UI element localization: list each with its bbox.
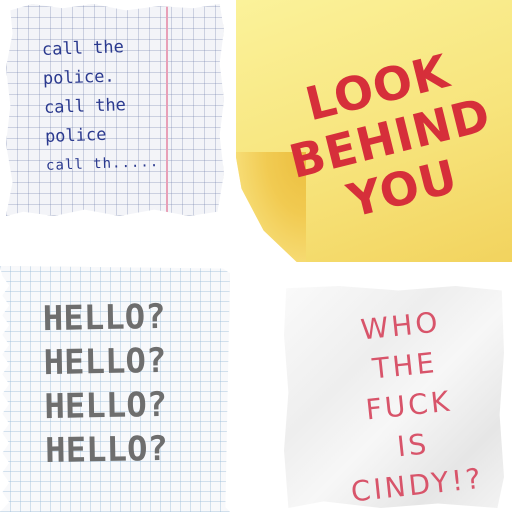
crumpled-paper-note-cindy: WHO THE FUCK IS CINDY!? — [284, 286, 504, 508]
marker-text: HELLO? HELLO? HELLO? HELLO? — [42, 295, 169, 473]
text-line: HELLO? — [43, 340, 167, 384]
grid-paper-note-police: call the police. call the police call th… — [6, 4, 224, 216]
pen-text: WHO THE FUCK IS CINDY!? — [304, 297, 504, 508]
text-line: police. — [42, 66, 115, 89]
text-line: HELLO? — [42, 296, 167, 340]
text-line: police — [44, 124, 107, 147]
handwritten-text: call the police. call the police call th… — [42, 32, 160, 181]
notebook-page-hello: HELLO? HELLO? HELLO? HELLO? — [0, 266, 230, 512]
sticky-note-look-behind-you: LOOK BEHIND YOU — [236, 0, 512, 262]
text-line: HELLO? — [44, 384, 168, 428]
text-line: call the — [41, 37, 125, 61]
text-line: call th..... — [45, 153, 160, 174]
text-line: call the — [43, 95, 127, 118]
marker-text: LOOK BEHIND YOU — [255, 33, 512, 242]
text-line: HELLO? — [44, 428, 169, 472]
